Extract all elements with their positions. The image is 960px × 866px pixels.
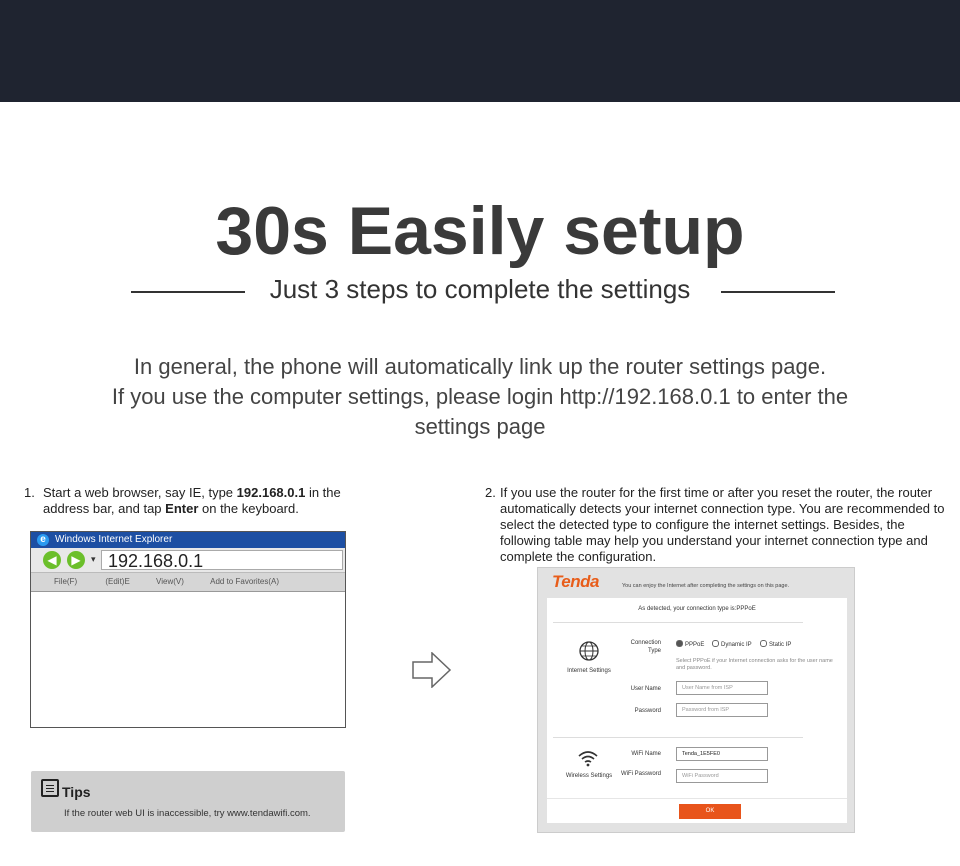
divider [553,737,803,738]
step-1-ip: 192.168.0.1 [236,485,306,500]
ie-menubar: File(F) (Edit)E View(V) Add to Favorites… [31,573,345,592]
history-dropdown-icon[interactable]: ▾ [91,554,96,565]
footer-divider [547,798,847,799]
intro-line-3: settings page [414,414,546,439]
forward-arrow-icon[interactable]: ▶ [67,551,85,569]
option-dynamic-ip-label: Dynamic IP [721,642,752,648]
internet-settings-heading: Internet Settings [567,668,611,674]
radio-static-ip[interactable]: Static IP [760,640,791,648]
connection-type-label: Connection Type [630,640,661,654]
back-arrow-icon[interactable]: ◀ [43,551,61,569]
wifi-password-label: WiFi Password [621,771,662,777]
wifi-password-field[interactable]: WiFi Password [676,769,768,783]
step-2-text: If you use the router for the first time… [500,485,945,564]
password-label: Password [634,708,661,714]
step-1-text: Start a web browser, say IE, type 192.16… [43,485,384,517]
menu-favorites[interactable]: Add to Favorites(A) [210,573,279,591]
ie-browser-window: e Windows Internet Explorer ◀ ▶ ▾ 192.16… [30,531,346,728]
notepad-icon [41,779,59,797]
step-2-number: 2. [485,485,496,500]
ie-window-title: Windows Internet Explorer [55,534,173,545]
url-input[interactable]: 192.168.0.1 [101,550,343,571]
tips-label: Tips [62,784,91,800]
tips-text: If the router web UI is inaccessible, tr… [64,808,311,819]
radio-dot-icon [760,640,767,647]
menu-edit[interactable]: (Edit)E [105,573,129,591]
wireless-settings-heading: Wireless Settings [565,773,613,779]
menu-view[interactable]: View(V) [156,573,184,591]
radio-dynamic-ip[interactable]: Dynamic IP [712,640,752,648]
right-arrow-icon [412,652,452,688]
pppoe-hint: Select PPPoE if your Internet connection… [676,658,833,671]
intro-line-1: In general, the phone will automatically… [133,354,827,379]
ok-button[interactable]: OK [679,804,741,819]
tenda-settings-card: As detected, your connection type is:PPP… [547,598,847,823]
globe-icon [579,641,599,661]
intro-text: In general, the phone will automatically… [60,352,900,442]
radio-dot-icon [712,640,719,647]
radio-dot-icon [676,640,683,647]
wifi-name-field[interactable]: Tenda_1E5FE0 [676,747,768,761]
page-title: 30s Easily setup [215,193,745,269]
tips-box: Tips If the router web UI is inaccessibl… [31,771,345,832]
subtitle: Just 3 steps to complete the settings [269,274,691,304]
subtitle-wrap: Just 3 steps to complete the settings [0,274,960,305]
password-field[interactable]: Password from ISP [676,703,768,717]
username-label: User Name [630,686,661,692]
username-field[interactable]: User Name from ISP [676,681,768,695]
wifi-name-label: WiFi Name [631,751,661,757]
step-2-instructions: 2. If you use the router for the first t… [485,485,945,565]
option-static-ip-label: Static IP [769,642,792,648]
wifi-icon [578,751,598,767]
tenda-tagline: You can enjoy the Internet after complet… [622,583,790,589]
step-1-enter: Enter [165,501,199,516]
intro-line-2: If you use the computer settings, please… [111,384,849,409]
step-1-number: 1. [24,485,35,500]
step-1-instructions: 1. Start a web browser, say IE, type 192… [24,485,384,517]
ie-titlebar: e Windows Internet Explorer [31,532,345,548]
menu-file[interactable]: File(F) [54,573,77,591]
divider [553,622,803,623]
top-banner [0,0,960,102]
tenda-setup-panel: Tenda You can enjoy the Internet after c… [537,567,855,833]
tenda-logo: Tenda [552,572,599,591]
ie-address-bar: ◀ ▶ ▾ 192.168.0.1 [31,548,345,573]
step-1-text-a: Start a web browser, say IE, type [43,485,237,500]
ie-logo-icon: e [37,534,49,546]
option-pppoe-label: PPPoE [685,642,705,648]
step-1-text-e: on the keyboard. [198,501,299,516]
radio-pppoe[interactable]: PPPoE [676,640,704,648]
detected-connection-text: As detected, your connection type is:PPP… [638,606,756,612]
